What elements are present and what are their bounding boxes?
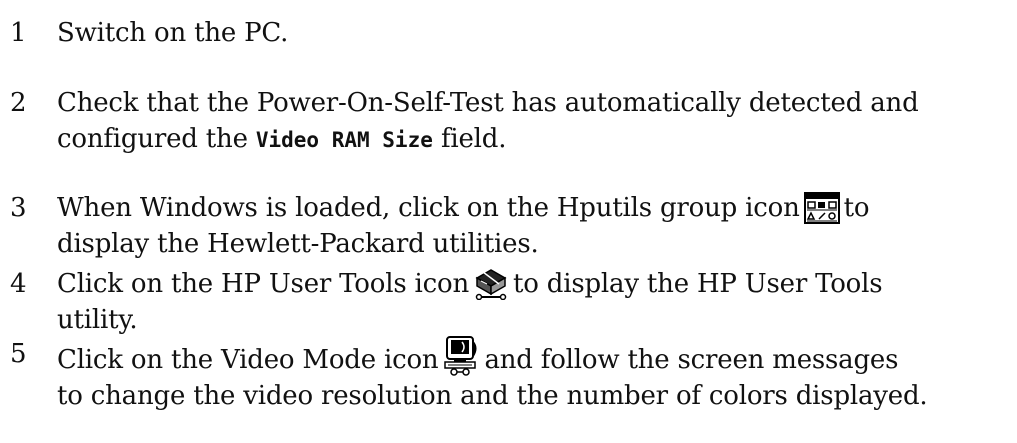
step-number: 3 (10, 193, 27, 223)
step-line: to change the video resolution and the n… (57, 381, 928, 411)
text-fragment: field. (432, 124, 507, 154)
text-fragment: Click on the HP User Tools icon (57, 269, 470, 299)
step-number: 4 (10, 269, 27, 299)
step-line: Check that the Power-On-Self-Test has au… (57, 88, 919, 118)
step-line: When Windows is loaded, click on the Hpu… (57, 190, 1012, 226)
step-line: utility. (57, 305, 138, 335)
text-fragment: to display the HP User Tools (513, 269, 883, 299)
step-line: Click on the Video Mode icon and follow … (57, 336, 1012, 378)
step-line: Switch on the PC. (57, 18, 289, 48)
text-fragment: When Windows is loaded, click on the Hpu… (57, 193, 800, 223)
step-line: Click on the HP User Tools icon to displ… (57, 266, 1012, 302)
field-name-code: Video RAM Size (255, 128, 433, 152)
step-text: When Windows is loaded, click on the Hpu… (57, 190, 1012, 262)
text-fragment: to (843, 193, 870, 223)
step-number: 5 (10, 339, 27, 369)
text-fragment: and follow the screen messages (484, 345, 899, 375)
step-number: 1 (10, 18, 27, 48)
step-line: configured the Video RAM Size field. (57, 121, 1012, 158)
hp-user-tools-icon (473, 266, 509, 300)
step-text: Check that the Power-On-Self-Test has au… (57, 85, 1012, 158)
hputils-group-icon (803, 192, 840, 224)
step-text: Click on the HP User Tools icon to displ… (57, 266, 1012, 338)
step-line: display the Hewlett-Packard utilities. (57, 229, 539, 259)
video-mode-icon (442, 336, 480, 376)
step-text: Click on the Video Mode icon and follow … (57, 336, 1012, 414)
step-text: Switch on the PC. (57, 15, 1012, 51)
step-number: 2 (10, 88, 27, 118)
text-fragment: Click on the Video Mode icon (57, 345, 439, 375)
text-fragment: configured the (57, 124, 256, 154)
